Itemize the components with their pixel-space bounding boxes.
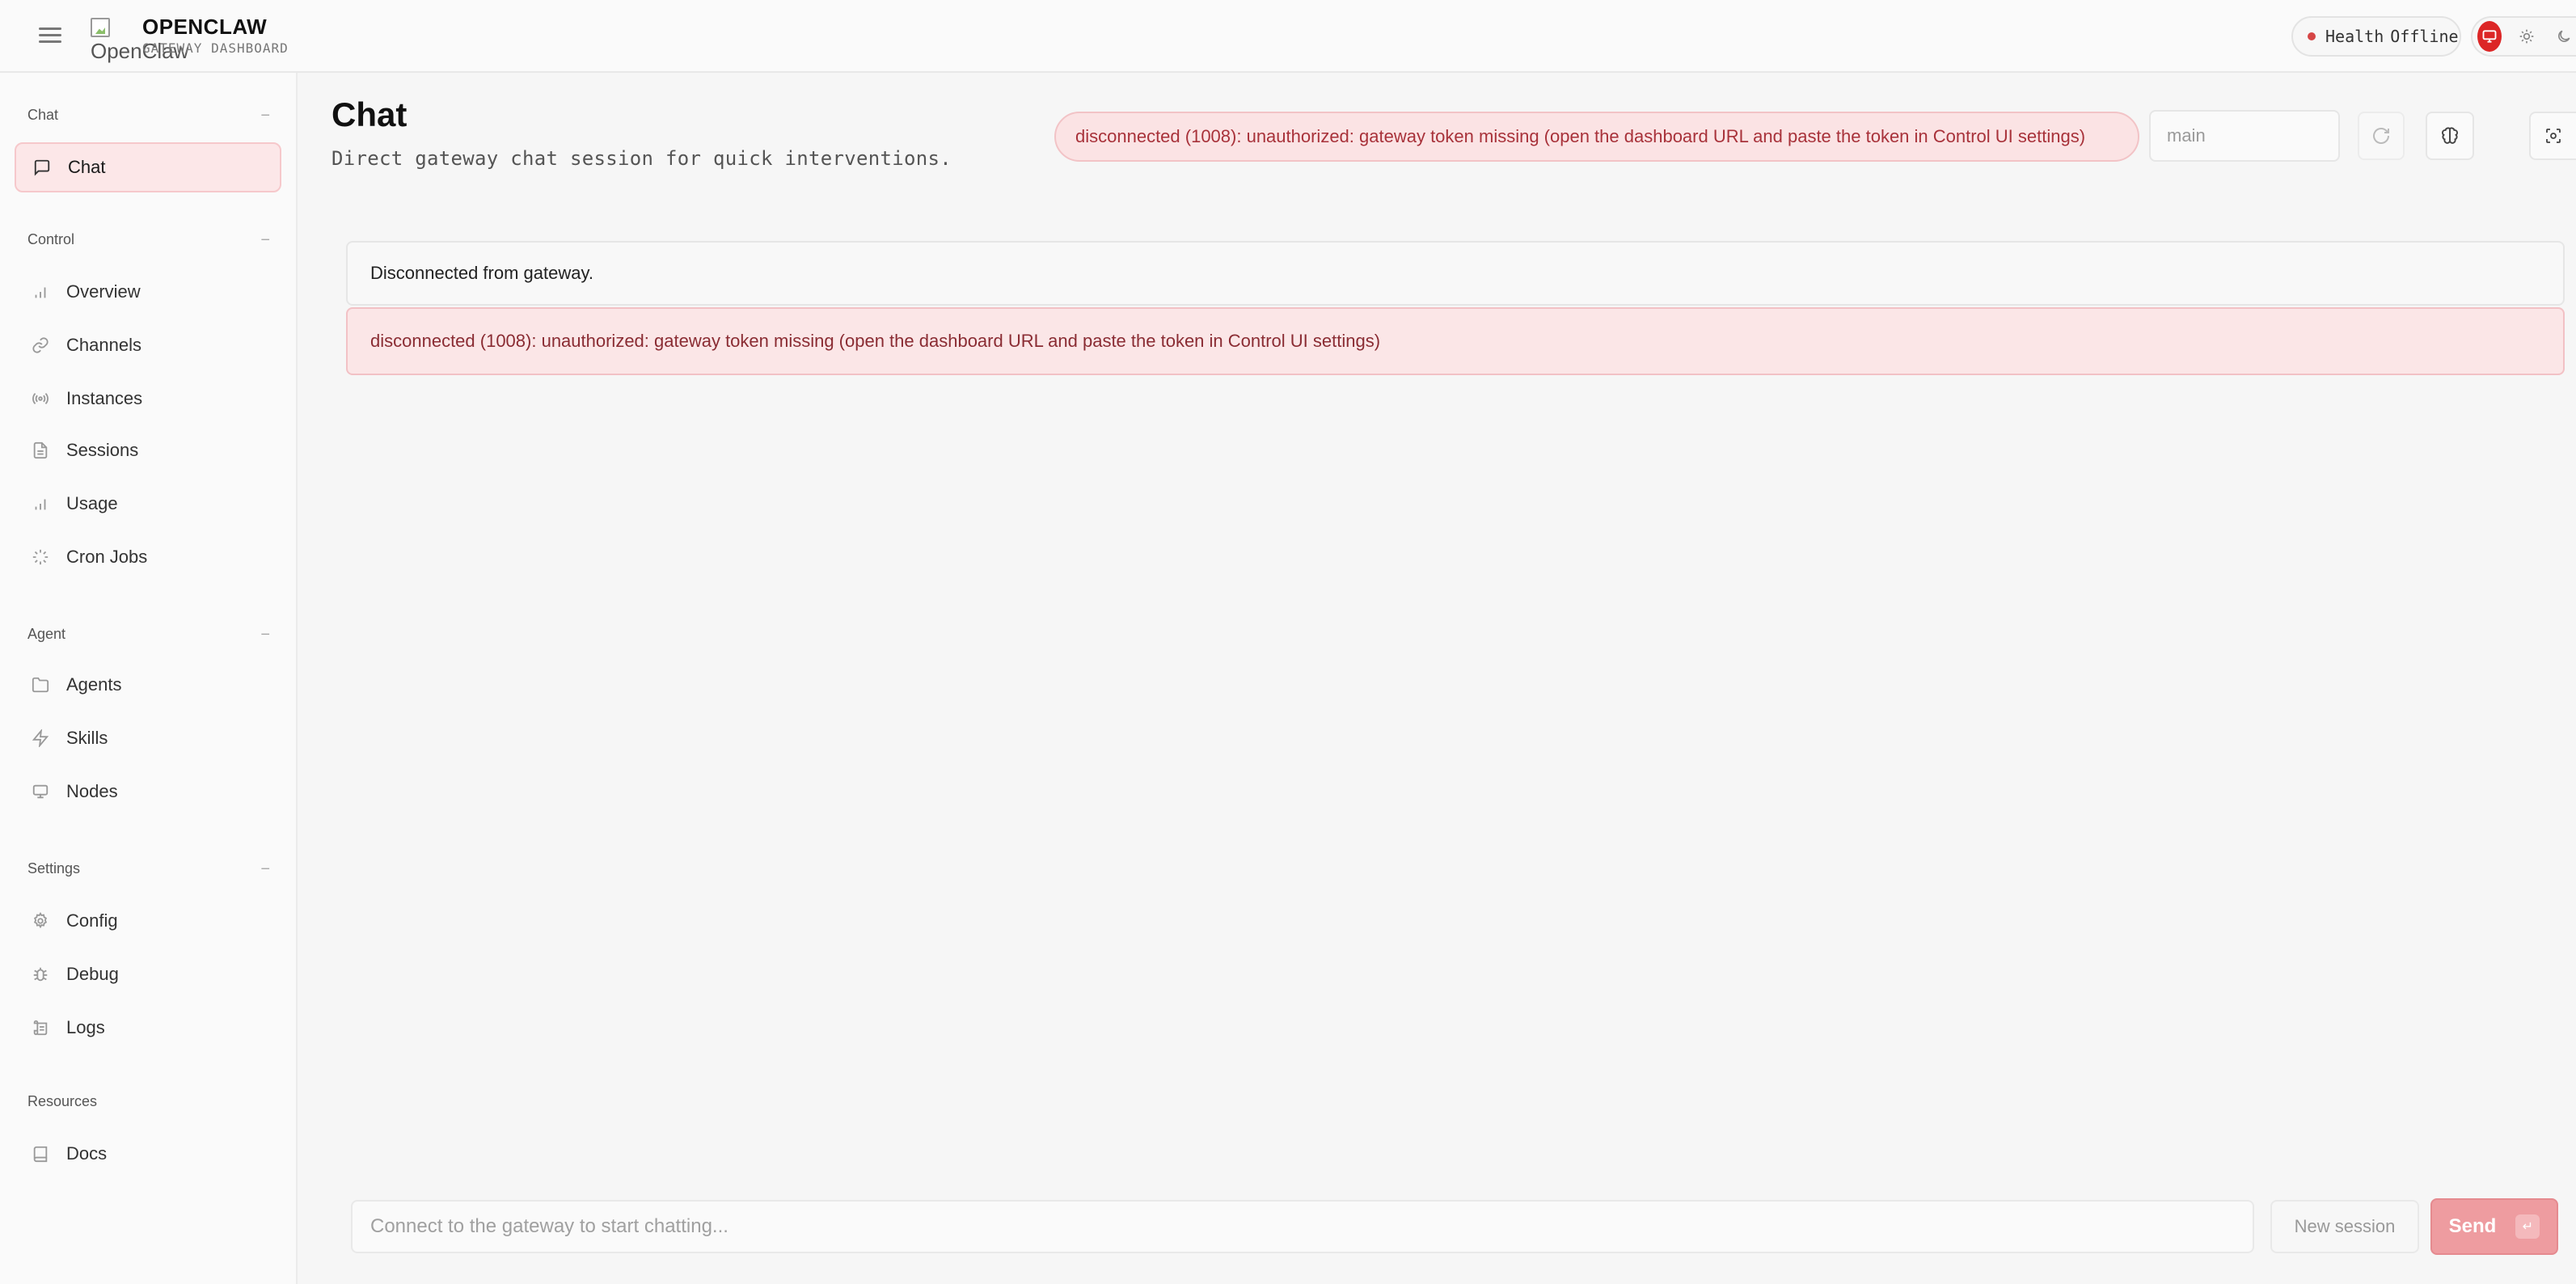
sidebar-section-resources: Resources bbox=[27, 1093, 270, 1110]
enter-key-icon: ↵ bbox=[2515, 1214, 2540, 1239]
sidebar-item-instances[interactable]: Instances bbox=[15, 374, 281, 424]
collapse-icon[interactable]: − bbox=[260, 231, 270, 250]
section-label: Agent bbox=[27, 626, 66, 642]
zap-icon bbox=[31, 729, 50, 748]
sidebar-item-label: Nodes bbox=[66, 781, 118, 801]
brain-icon bbox=[2441, 127, 2459, 144]
send-label: Send bbox=[2448, 1215, 2497, 1237]
sidebar-item-config[interactable]: Config bbox=[15, 896, 281, 946]
broken-image-icon bbox=[91, 18, 110, 37]
sidebar-section-settings: Settings − bbox=[27, 860, 270, 879]
theme-light-button[interactable] bbox=[2515, 21, 2539, 52]
sidebar-item-label: Instances bbox=[66, 388, 143, 408]
radio-icon bbox=[31, 389, 50, 408]
new-session-button[interactable]: New session bbox=[2270, 1200, 2419, 1253]
sidebar-item-logs[interactable]: Logs bbox=[15, 1003, 281, 1053]
section-label: Settings bbox=[27, 860, 81, 876]
monitor-icon bbox=[2482, 30, 2497, 43]
send-button[interactable]: Send ↵ bbox=[2430, 1198, 2558, 1255]
message-square-icon bbox=[32, 158, 52, 177]
sidebar-item-skills[interactable]: Skills bbox=[15, 713, 281, 763]
sidebar-section-control: Control − bbox=[27, 231, 270, 250]
brain-toggle-button[interactable] bbox=[2426, 112, 2474, 160]
collapse-icon[interactable]: − bbox=[260, 860, 270, 879]
connection-error-banner: disconnected (1008): unauthorized: gatew… bbox=[1054, 112, 2139, 162]
sidebar-item-label: Sessions bbox=[66, 440, 139, 460]
message-text: disconnected (1008): unauthorized: gatew… bbox=[370, 331, 1381, 351]
book-icon bbox=[31, 1144, 50, 1164]
focus-mode-button[interactable] bbox=[2529, 112, 2576, 160]
section-label: Control bbox=[27, 231, 75, 247]
sidebar-item-label: Config bbox=[66, 910, 118, 931]
status-dot-icon bbox=[2308, 32, 2316, 40]
sidebar-item-label: Logs bbox=[66, 1017, 105, 1037]
sidebar-item-debug[interactable]: Debug bbox=[15, 949, 281, 999]
page-description: Direct gateway chat session for quick in… bbox=[332, 147, 952, 170]
bar-chart-icon bbox=[31, 282, 50, 302]
section-label: Resources bbox=[27, 1093, 98, 1109]
sidebar-item-docs[interactable]: Docs bbox=[15, 1129, 281, 1179]
health-status-pill[interactable]: Health Offline bbox=[2291, 16, 2461, 57]
chat-message-input[interactable] bbox=[351, 1200, 2254, 1253]
sidebar-item-agents[interactable]: Agents bbox=[15, 660, 281, 710]
health-label: Health bbox=[2325, 27, 2384, 46]
sidebar-item-label: Overview bbox=[66, 281, 141, 302]
sidebar-item-label: Debug bbox=[66, 964, 119, 984]
sidebar-item-label: Channels bbox=[66, 335, 141, 355]
menu-icon[interactable] bbox=[36, 23, 65, 49]
collapse-icon[interactable]: − bbox=[260, 626, 270, 644]
sidebar-item-label: Usage bbox=[66, 493, 118, 513]
sidebar-item-nodes[interactable]: Nodes bbox=[15, 767, 281, 817]
message-text: Disconnected from gateway. bbox=[370, 263, 593, 283]
sidebar-item-label: Docs bbox=[66, 1143, 108, 1164]
sidebar-item-channels[interactable]: Channels bbox=[15, 320, 281, 370]
top-bar: OpenClaw OPENCLAW GATEWAY DASHBOARD Heal… bbox=[0, 0, 2576, 73]
session-key-input[interactable] bbox=[2149, 110, 2340, 162]
brand-logo: OpenClaw bbox=[89, 16, 188, 63]
chat-status-message: Disconnected from gateway. bbox=[346, 241, 2565, 306]
file-text-icon bbox=[31, 441, 50, 460]
theme-system-button[interactable] bbox=[2477, 21, 2502, 52]
monitor-icon bbox=[31, 782, 50, 801]
theme-switcher bbox=[2471, 16, 2576, 57]
loader-icon bbox=[31, 547, 50, 567]
sidebar-item-sessions[interactable]: Sessions bbox=[15, 425, 281, 475]
page-title: Chat bbox=[332, 95, 408, 133]
sidebar: Chat − Chat Control − Overview Channels … bbox=[0, 73, 298, 1284]
sidebar-item-usage[interactable]: Usage bbox=[15, 479, 281, 529]
focus-icon bbox=[2546, 129, 2561, 143]
folder-icon bbox=[31, 675, 50, 695]
scroll-icon bbox=[31, 1018, 50, 1037]
health-status: Offline bbox=[2390, 27, 2459, 46]
refresh-button[interactable] bbox=[2358, 112, 2405, 160]
theme-dark-button[interactable] bbox=[2552, 21, 2576, 52]
bug-icon bbox=[31, 965, 50, 984]
sidebar-item-overview[interactable]: Overview bbox=[15, 267, 281, 317]
moon-icon bbox=[2558, 30, 2570, 42]
chat-error-message: disconnected (1008): unauthorized: gatew… bbox=[346, 307, 2565, 375]
brand-subtitle: GATEWAY DASHBOARD bbox=[142, 40, 289, 56]
sidebar-item-chat[interactable]: Chat bbox=[15, 142, 281, 192]
sidebar-section-agent: Agent − bbox=[27, 626, 270, 644]
sidebar-item-label: Agents bbox=[66, 674, 122, 695]
sidebar-item-label: Skills bbox=[66, 728, 108, 748]
refresh-icon bbox=[2373, 128, 2389, 144]
sidebar-item-label: Chat bbox=[68, 157, 106, 177]
brand-title: OPENCLAW bbox=[142, 15, 268, 39]
sidebar-item-label: Cron Jobs bbox=[66, 547, 148, 567]
section-label: Chat bbox=[27, 107, 59, 123]
sun-icon bbox=[2519, 29, 2534, 44]
bar-chart-icon bbox=[31, 494, 50, 513]
sidebar-section-chat: Chat − bbox=[27, 107, 270, 125]
collapse-icon[interactable]: − bbox=[260, 107, 270, 125]
sidebar-item-cron-jobs[interactable]: Cron Jobs bbox=[15, 532, 281, 582]
settings-icon bbox=[31, 911, 50, 931]
link-icon bbox=[31, 336, 50, 355]
